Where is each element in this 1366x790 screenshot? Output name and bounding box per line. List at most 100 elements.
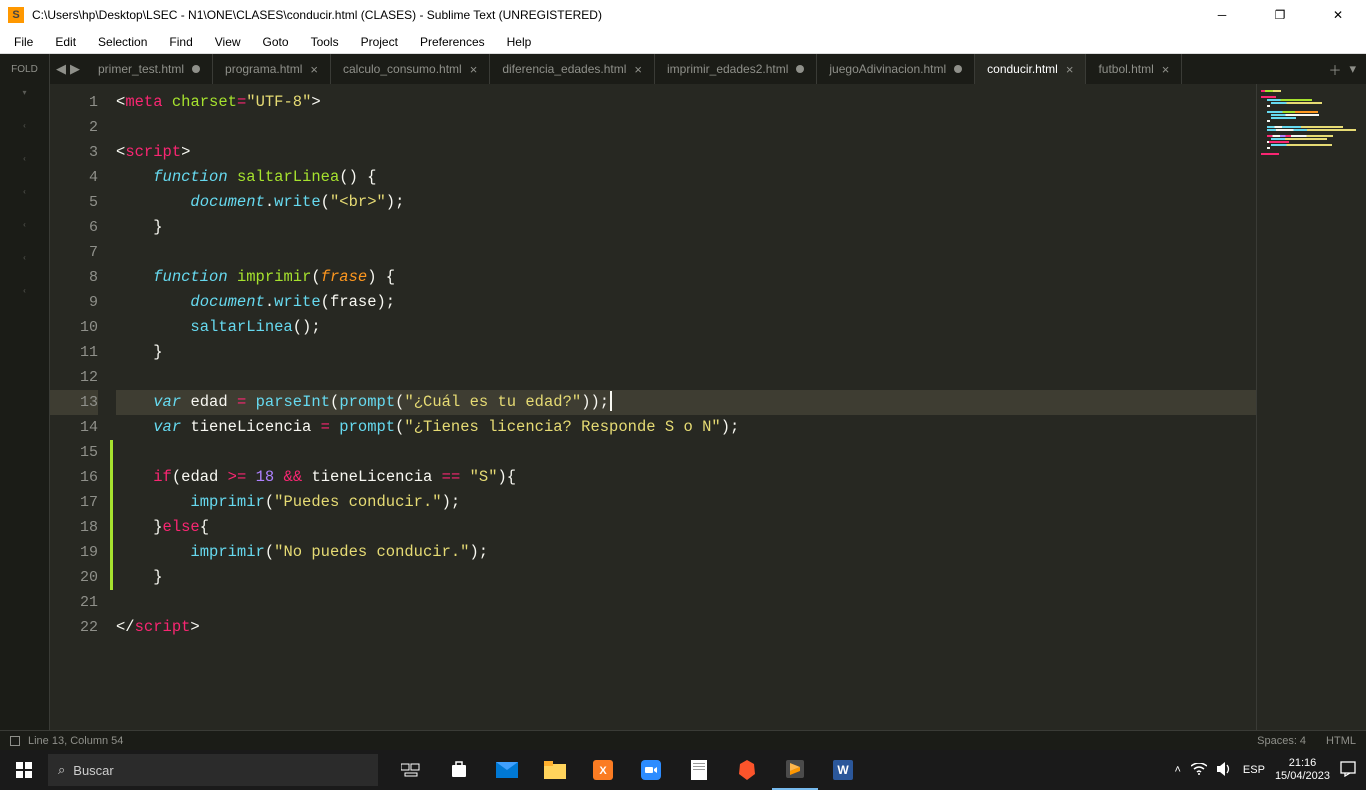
line-number[interactable]: 9	[50, 290, 98, 315]
status-panel-icon[interactable]	[10, 736, 20, 746]
line-number-gutter[interactable]: 12345678910111213141516171819202122	[50, 84, 108, 730]
line-number[interactable]: 3	[50, 140, 98, 165]
app-store-icon[interactable]	[436, 750, 482, 790]
line-number[interactable]: 5	[50, 190, 98, 215]
tab-futbol-html[interactable]: futbol.html×	[1086, 54, 1182, 84]
new-tab-button[interactable]: ＋	[1328, 60, 1341, 79]
start-button[interactable]	[0, 750, 48, 790]
tab-overflow-icon[interactable]: ▾	[1349, 61, 1356, 77]
minimap[interactable]	[1256, 84, 1366, 730]
tray-time: 21:16	[1275, 757, 1330, 770]
tab-close-icon[interactable]: ×	[310, 62, 318, 77]
app-notepad-icon[interactable]	[676, 750, 722, 790]
line-number[interactable]: 19	[50, 540, 98, 565]
fold-marker-icon[interactable]: ‹	[23, 220, 26, 229]
menu-tools[interactable]: Tools	[301, 33, 349, 51]
tab-dirty-icon	[954, 65, 962, 73]
menu-file[interactable]: File	[4, 33, 43, 51]
tab-label: primer_test.html	[98, 62, 184, 76]
line-number[interactable]: 14	[50, 415, 98, 440]
app-explorer-icon[interactable]	[532, 750, 578, 790]
search-icon: ⌕	[58, 762, 65, 778]
app-word-icon[interactable]: W	[820, 750, 866, 790]
status-indentation[interactable]: Spaces: 4	[1257, 735, 1306, 747]
tray-notifications-icon[interactable]	[1340, 761, 1356, 780]
line-number[interactable]: 20	[50, 565, 98, 590]
menu-preferences[interactable]: Preferences	[410, 33, 495, 51]
menu-selection[interactable]: Selection	[88, 33, 157, 51]
tray-language[interactable]: ESP	[1243, 764, 1265, 776]
tray-volume-icon[interactable]	[1217, 762, 1233, 779]
tray-wifi-icon[interactable]	[1191, 763, 1207, 778]
menu-view[interactable]: View	[205, 33, 251, 51]
tab-programa-html[interactable]: programa.html×	[213, 54, 331, 84]
taskbar-search[interactable]: ⌕ Buscar	[48, 754, 378, 786]
tab-conducir-html[interactable]: conducir.html ×	[975, 54, 1086, 84]
system-tray: ˄ ESP 21:16 15/04/2023	[1164, 757, 1366, 783]
tab-close-icon[interactable]: ×	[634, 62, 642, 77]
tab-primer_test-html[interactable]: primer_test.html	[86, 54, 213, 84]
line-number[interactable]: 21	[50, 590, 98, 615]
text-caret	[610, 391, 612, 411]
line-number[interactable]: 16	[50, 465, 98, 490]
nav-forward-icon[interactable]: ▶	[70, 61, 80, 77]
app-zoom-icon[interactable]	[628, 750, 674, 790]
menu-edit[interactable]: Edit	[45, 33, 86, 51]
tab-imprimir_edades2-html[interactable]: imprimir_edades2.html	[655, 54, 817, 84]
menu-find[interactable]: Find	[159, 33, 202, 51]
line-number[interactable]: 1	[50, 90, 98, 115]
line-number[interactable]: 17	[50, 490, 98, 515]
menu-help[interactable]: Help	[497, 33, 542, 51]
sidebar-header[interactable]: FOLD	[0, 54, 50, 84]
line-number[interactable]: 15	[50, 440, 98, 465]
tab-label: conducir.html	[987, 62, 1058, 76]
line-number[interactable]: 13	[50, 390, 98, 415]
fold-marker-icon[interactable]: ‹	[23, 187, 26, 196]
close-window-button[interactable]: ✕	[1318, 3, 1358, 27]
tab-close-icon[interactable]: ×	[1162, 62, 1170, 77]
editor-area: ▾ ‹ ‹ ‹ ‹ ‹ ‹ 12345678910111213141516171…	[0, 84, 1366, 730]
status-syntax[interactable]: HTML	[1326, 735, 1356, 747]
code-editor[interactable]: <meta charset="UTF-8"> <script> function…	[108, 84, 1256, 730]
svg-text:W: W	[837, 763, 849, 777]
tray-clock[interactable]: 21:16 15/04/2023	[1275, 757, 1330, 783]
line-number[interactable]: 22	[50, 615, 98, 640]
nav-back-icon[interactable]: ◀	[56, 61, 66, 77]
tab-close-icon[interactable]: ×	[470, 62, 478, 77]
fold-marker-icon[interactable]: ‹	[23, 154, 26, 163]
app-mail-icon[interactable]	[484, 750, 530, 790]
tab-close-icon[interactable]: ×	[1066, 62, 1074, 77]
line-number[interactable]: 4	[50, 165, 98, 190]
line-number[interactable]: 2	[50, 115, 98, 140]
task-view-icon[interactable]	[388, 750, 434, 790]
line-number[interactable]: 10	[50, 315, 98, 340]
tab-diferencia_edades-html[interactable]: diferencia_edades.html×	[490, 54, 655, 84]
sidebar-fold-column: ▾ ‹ ‹ ‹ ‹ ‹ ‹	[0, 84, 50, 730]
minimize-button[interactable]: ─	[1202, 3, 1242, 27]
menu-goto[interactable]: Goto	[253, 33, 299, 51]
line-number[interactable]: 7	[50, 240, 98, 265]
line-number[interactable]: 11	[50, 340, 98, 365]
app-xampp-icon[interactable]: X	[580, 750, 626, 790]
windows-icon	[16, 762, 32, 778]
tab-bar: FOLD ◀ ▶ primer_test.htmlprograma.html×c…	[0, 54, 1366, 84]
fold-marker-icon[interactable]: ‹	[23, 121, 26, 130]
line-number[interactable]: 6	[50, 215, 98, 240]
tray-chevron-icon[interactable]: ˄	[1174, 764, 1180, 776]
menu-project[interactable]: Project	[351, 33, 408, 51]
maximize-button[interactable]: ❐	[1260, 3, 1300, 27]
fold-marker-icon[interactable]: ▾	[22, 88, 26, 97]
fold-marker-icon[interactable]: ‹	[23, 253, 26, 262]
tab-juegoAdivinacion-html[interactable]: juegoAdivinacion.html	[817, 54, 975, 84]
line-number[interactable]: 18	[50, 515, 98, 540]
status-bar: Line 13, Column 54 Spaces: 4 HTML	[0, 730, 1366, 750]
line-number[interactable]: 8	[50, 265, 98, 290]
tab-calculo_consumo-html[interactable]: calculo_consumo.html ×	[331, 54, 490, 84]
line-number[interactable]: 12	[50, 365, 98, 390]
fold-marker-icon[interactable]: ‹	[23, 286, 26, 295]
tab-label: calculo_consumo.html	[343, 62, 462, 76]
app-brave-icon[interactable]	[724, 750, 770, 790]
windows-taskbar: ⌕ Buscar X W ˄ ESP 21:16 15/04/2023	[0, 750, 1366, 790]
tab-dirty-icon	[192, 65, 200, 73]
app-sublime-icon[interactable]	[772, 750, 818, 790]
